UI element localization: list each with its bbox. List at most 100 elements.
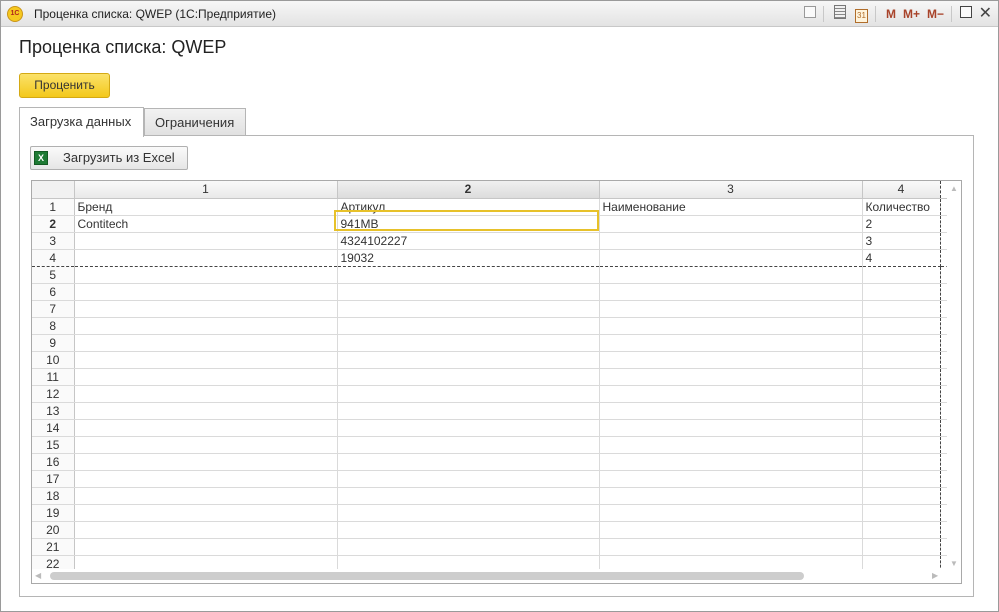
grid-cell[interactable] [599,487,863,505]
grid-cell[interactable] [862,385,941,403]
grid-cell[interactable] [337,419,600,437]
row-header[interactable]: 20 [32,521,75,539]
grid-cell[interactable] [337,266,600,284]
row-header[interactable]: 6 [32,283,75,301]
grid-cell[interactable] [74,368,338,386]
grid-cell[interactable] [862,436,941,454]
grid-cell[interactable] [74,334,338,352]
grid-cell[interactable] [337,368,600,386]
grid-cell[interactable] [599,351,863,369]
grid-corner[interactable] [32,181,75,199]
horizontal-scroll-thumb[interactable] [50,572,804,580]
grid-cell[interactable]: 3 [862,232,941,250]
row-header[interactable]: 9 [32,334,75,352]
grid-cell[interactable] [337,538,600,556]
row-header[interactable]: 17 [32,470,75,488]
grid-cell[interactable] [74,419,338,437]
grid-cell[interactable]: Наименование [599,198,863,216]
home-icon[interactable] [804,5,816,23]
grid-cell[interactable] [599,436,863,454]
grid-cell[interactable] [599,283,863,301]
row-header[interactable]: 19 [32,504,75,522]
grid-cell[interactable] [337,521,600,539]
grid-cell[interactable] [599,232,863,250]
grid-cell[interactable] [337,453,600,471]
grid-cell[interactable] [599,402,863,420]
grid-cell[interactable] [337,300,600,318]
tab-restrictions[interactable]: Ограничения [144,108,246,135]
scroll-right-icon[interactable]: ▶ [932,571,938,580]
row-header[interactable]: 16 [32,453,75,471]
grid-cell[interactable] [337,334,600,352]
grid-cell[interactable] [337,385,600,403]
grid-cell[interactable] [74,453,338,471]
grid-cell[interactable] [599,215,863,233]
grid-cell[interactable] [74,385,338,403]
grid-cell[interactable] [599,521,863,539]
memory-minus-button[interactable]: M− [927,5,944,23]
grid-cell[interactable] [74,249,338,267]
grid-cell[interactable]: Бренд [74,198,338,216]
grid-cell[interactable] [337,317,600,335]
grid-cell[interactable]: 2 [862,215,941,233]
row-header[interactable]: 8 [32,317,75,335]
grid-cell[interactable] [74,351,338,369]
column-header[interactable]: 2 [337,181,600,199]
grid-cell[interactable] [599,453,863,471]
column-header[interactable]: 4 [862,181,941,199]
spreadsheet-grid[interactable]: 1 2 3 4 1 Бренд Артикул Наименование Количес… [32,181,960,573]
grid-cell[interactable] [862,368,941,386]
grid-cell[interactable]: Артикул [337,198,600,216]
grid-cell[interactable] [337,504,600,522]
row-header[interactable]: 2 [32,215,75,233]
grid-cell[interactable] [74,487,338,505]
row-header[interactable]: 4 [32,249,75,267]
grid-cell[interactable] [599,266,863,284]
grid-cell[interactable] [862,283,941,301]
row-header[interactable]: 1 [32,198,75,216]
row-header[interactable]: 3 [32,232,75,250]
grid-cell[interactable] [599,300,863,318]
grid-cell[interactable] [74,521,338,539]
vertical-scrollbar[interactable]: ▲ ▼ [947,181,961,571]
grid-cell[interactable] [74,436,338,454]
grid-cell[interactable] [599,504,863,522]
scroll-up-icon[interactable]: ▲ [950,184,958,193]
grid-cell[interactable] [862,504,941,522]
grid-cell[interactable] [599,470,863,488]
estimate-button[interactable]: Проценить [19,73,110,98]
grid-cell[interactable] [862,538,941,556]
row-header[interactable]: 7 [32,300,75,318]
grid-cell[interactable] [599,317,863,335]
grid-cell[interactable] [337,402,600,420]
memory-plus-button[interactable]: M+ [903,5,920,23]
row-header[interactable]: 5 [32,266,75,284]
row-header[interactable]: 12 [32,385,75,403]
grid-cell[interactable] [74,402,338,420]
grid-cell[interactable] [74,538,338,556]
grid-cell[interactable] [599,419,863,437]
row-header[interactable]: 18 [32,487,75,505]
grid-cell[interactable] [862,334,941,352]
calendar-icon[interactable]: 31 [855,5,868,23]
grid-cell[interactable] [337,351,600,369]
grid-cell[interactable] [862,453,941,471]
grid-cell[interactable] [862,419,941,437]
grid-cell[interactable] [599,538,863,556]
row-header[interactable]: 15 [32,436,75,454]
row-header[interactable]: 11 [32,368,75,386]
horizontal-scrollbar[interactable]: ◀ ▶ [32,569,961,583]
spreadsheet[interactable]: 1 2 3 4 1 Бренд Артикул Наименование Количес… [31,180,962,584]
row-header[interactable]: 14 [32,419,75,437]
row-header[interactable]: 10 [32,351,75,369]
grid-cell[interactable]: Количество [862,198,941,216]
grid-cell[interactable]: 941MB [337,215,600,233]
grid-cell[interactable] [74,470,338,488]
tab-load-data[interactable]: Загрузка данных [19,107,144,137]
grid-cell[interactable]: 19032 [337,249,600,267]
column-header[interactable]: 3 [599,181,863,199]
grid-cell[interactable] [599,249,863,267]
row-header[interactable]: 21 [32,538,75,556]
grid-cell[interactable] [337,283,600,301]
column-header[interactable]: 1 [74,181,338,199]
